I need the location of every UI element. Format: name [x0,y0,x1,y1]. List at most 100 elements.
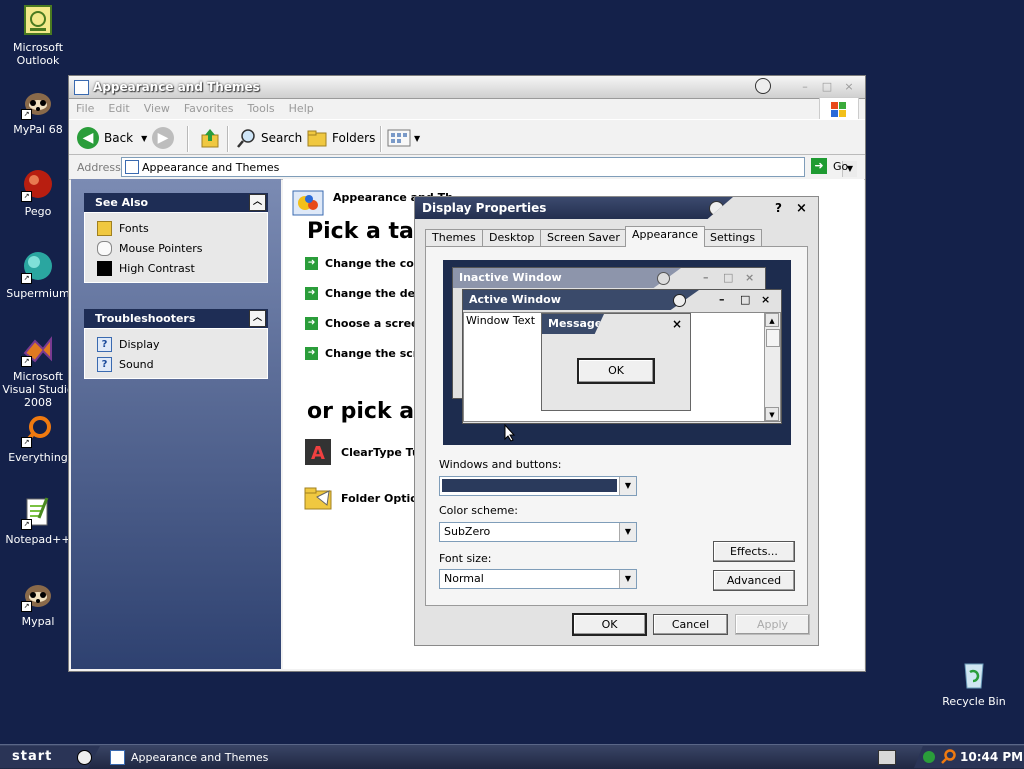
cancel-button[interactable]: Cancel [653,614,728,635]
see-also-panel: See Also ︿ Fonts Mouse Pointers High Con… [84,193,268,283]
high-contrast-icon [97,260,112,276]
help-icon: ? [97,356,112,372]
dialog-titlebar[interactable]: Display Properties [415,197,733,219]
troubleshooters-panel: Troubleshooters ︿ ? Display ? Sound [84,309,268,379]
forward-button[interactable]: ▶ [152,127,174,149]
window-title: Appearance and Themes [93,80,260,94]
task-change-resolution[interactable]: ➜ Change the scre [305,347,426,360]
menu-favorites[interactable]: Favorites [177,99,241,115]
close-button[interactable]: × [841,79,857,94]
folders-icon [307,130,327,147]
menu-help[interactable]: Help [282,99,321,115]
address-label: Address [77,161,121,174]
outlook-icon [21,4,55,38]
see-also-mouse-pointers[interactable]: Mouse Pointers [97,238,267,258]
effects-button[interactable]: Effects... [713,541,795,562]
appearance-preview: Inactive Window – □ × Active Window – □ … [443,260,791,445]
troubleshooters-header[interactable]: Troubleshooters ︿ [84,309,268,328]
task-choose-screensaver[interactable]: ➜ Choose a screen [305,317,426,330]
desktop-icon-label: Supermium [6,287,70,300]
see-also-high-contrast[interactable]: High Contrast [97,258,267,278]
desktop-icon-mypal68[interactable]: ↗ MyPal 68 [0,86,78,136]
network-icon[interactable] [922,750,936,764]
search-tray-icon[interactable] [940,749,956,765]
menu-tools[interactable]: Tools [241,99,282,115]
menu-edit[interactable]: Edit [101,99,136,115]
address-input[interactable]: Appearance and Themes ▼ [121,157,857,177]
scroll-up-icon: ▲ [765,313,779,327]
raccoon-icon: ↗ [21,86,55,120]
everything-icon: ↗ [21,414,55,448]
pick-icon-heading: or pick a [307,399,415,424]
tab-appearance[interactable]: Appearance [625,226,706,247]
desktop-icon-label: Pego [24,205,52,218]
control-panel-icon [110,749,125,765]
desktop-icon-notepadpp[interactable]: ↗ Notepad++ [0,496,78,546]
font-size-select[interactable]: Normal ▼ [439,569,637,589]
back-button[interactable]: ◀ Back ▼ [77,127,147,149]
menu-file[interactable]: File [69,99,101,115]
taskbar-item-appearance-themes[interactable]: Appearance and Themes [110,747,340,767]
see-also-header[interactable]: See Also ︿ [84,193,268,212]
desktop-icon-visual-studio[interactable]: ↗ Microsoft Visual Studio 2008 [0,333,78,409]
desktop-icon-outlook[interactable]: Microsoft Outlook [0,4,78,67]
windows-buttons-select[interactable]: ▼ [439,476,637,496]
green-arrow-icon: ➜ [305,347,318,360]
go-arrow-icon: ➜ [811,158,827,174]
task-pane: See Also ︿ Fonts Mouse Pointers High Con… [71,179,281,669]
desktop-icon-recycle-bin[interactable]: Recycle Bin [934,658,1014,708]
clock[interactable]: 10:44 PM [960,750,1023,764]
pin-icon[interactable] [709,201,724,216]
folder-options-item[interactable]: Folder Option [303,483,426,513]
menu-view[interactable]: View [137,99,177,115]
pick-task-heading: Pick a tas [307,219,427,244]
collapse-up-icon[interactable]: ︿ [249,194,266,211]
start-button[interactable]: start [0,746,100,768]
search-icon [237,129,255,148]
desktop-icon-mypal[interactable]: ↗ Mypal [0,578,78,628]
up-folder-button[interactable] [199,127,221,149]
dialog-close-button[interactable]: × [796,201,807,216]
minimize-button[interactable]: – [797,79,813,94]
task-change-desktop[interactable]: ➜ Change the desk [305,287,429,300]
desktop-icon-supermium[interactable]: ↗ Supermium [0,250,78,300]
tab-screen-saver[interactable]: Screen Saver [540,229,627,246]
folder-options-icon [304,487,332,510]
task-change-theme[interactable]: ➜ Change the com [305,257,425,270]
keyboard-icon[interactable] [878,750,896,765]
color-scheme-select[interactable]: SubZero ▼ [439,522,637,542]
ok-button[interactable]: OK [572,613,647,636]
font-size-label: Font size: [439,552,492,565]
pego-icon: ↗ [21,168,55,202]
advanced-button[interactable]: Advanced [713,570,795,591]
explorer-titlebar[interactable]: Appearance and Themes – □ × [69,76,865,99]
raccoon-icon: ↗ [21,578,55,612]
go-button[interactable]: ➜ Go [811,158,848,174]
views-button[interactable]: ▼ [387,127,420,149]
desktop-icon-label: Recycle Bin [942,695,1006,708]
preview-window-text: Window Text [466,314,536,327]
cleartype-tuner-item[interactable]: A ClearType Tun [303,437,428,467]
troubleshooter-sound[interactable]: ? Sound [97,354,267,374]
apply-button[interactable]: Apply [735,614,810,635]
troubleshooter-display[interactable]: ? Display [97,334,267,354]
help-button[interactable]: ? [775,201,782,215]
tab-desktop[interactable]: Desktop [482,229,542,246]
tab-themes[interactable]: Themes [425,229,483,246]
search-button[interactable]: Search [235,127,302,149]
tab-settings[interactable]: Settings [703,229,763,246]
appearance-panel: Inactive Window – □ × Active Window – □ … [425,246,808,606]
collapse-up-icon[interactable]: ︿ [249,310,266,327]
desktop-icon-pego[interactable]: ↗ Pego [0,168,78,218]
maximize-button[interactable]: □ [819,79,835,94]
pin-icon[interactable] [755,78,771,94]
see-also-fonts[interactable]: Fonts [97,218,267,238]
address-bar: Address Appearance and Themes ▼ ➜ Go [69,155,865,180]
back-arrow-icon: ◀ [77,127,99,149]
pin-icon [657,272,670,285]
views-icon [387,129,411,147]
supermium-icon: ↗ [21,250,55,284]
notepad-plus-plus-icon: ↗ [21,496,55,530]
desktop-icon-everything[interactable]: ↗ Everything [0,414,78,464]
folders-button[interactable]: Folders [306,127,375,149]
